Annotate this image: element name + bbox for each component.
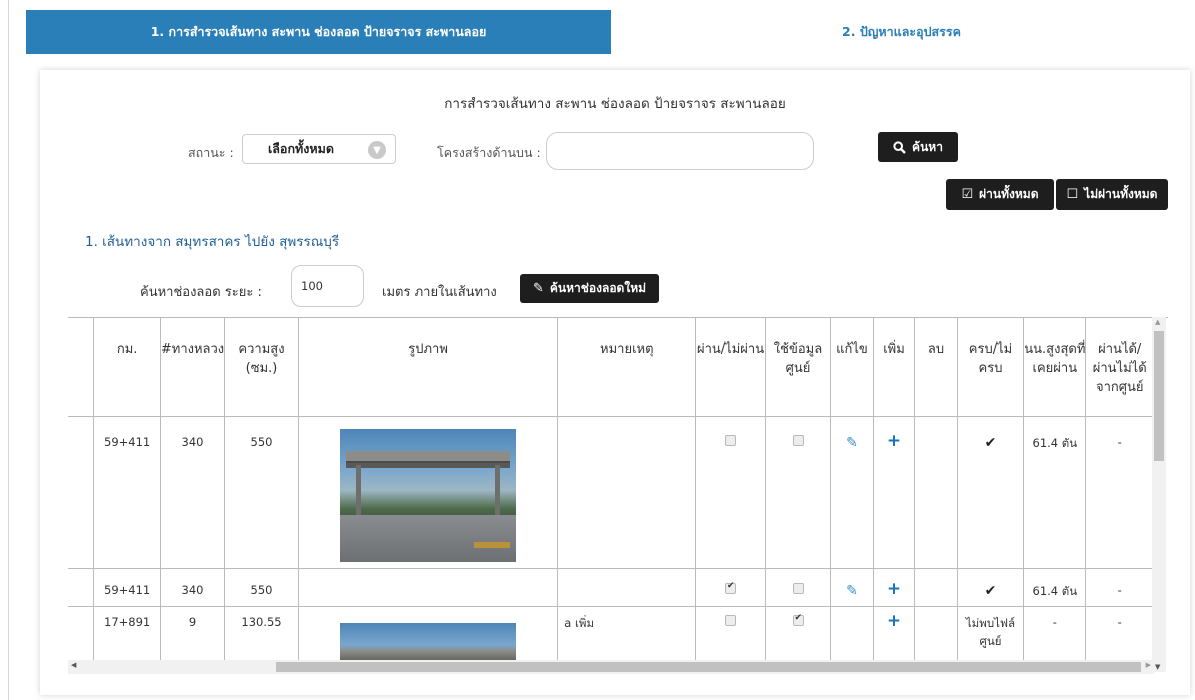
header-use-center: ใช้ข้อมูลศูนย์: [765, 318, 832, 417]
scroll-up-icon[interactable]: ▲: [1155, 318, 1160, 326]
cell-delete: [914, 416, 958, 569]
check-icon: ✔: [984, 582, 997, 599]
bridge-photo[interactable]: [340, 428, 517, 562]
panel-title: การสำรวจเส้นทาง สะพาน ช่องลอด ป้ายจราจร …: [444, 96, 786, 112]
use-center-checkbox[interactable]: [792, 582, 804, 594]
edit-icon[interactable]: ✎: [846, 435, 858, 451]
cell-note: [557, 416, 697, 569]
vertical-scroll-thumb[interactable]: [1154, 331, 1164, 461]
search-button[interactable]: ค้นหา: [878, 132, 958, 162]
cell-edit: ✎: [830, 416, 874, 569]
tab-problems[interactable]: 2. ปัญหาและอุปสรรค: [611, 10, 1192, 54]
header-height: ความสูง (ซม.): [224, 318, 299, 417]
cell-max-weight: 61.4 ตัน: [1023, 568, 1087, 607]
header-delete: ลบ: [914, 318, 958, 417]
scroll-right-icon[interactable]: ▶: [1146, 661, 1151, 669]
header-photo: รูปภาพ: [298, 318, 559, 417]
cell-complete: ✔: [957, 568, 1025, 607]
distance-input[interactable]: 100: [291, 265, 364, 307]
cell-use-center: [765, 416, 832, 569]
survey-panel: การสำรวจเส้นทาง สะพาน ช่องลอด ป้ายจราจร …: [40, 70, 1190, 695]
header-complete: ครบ/ไม่ครบ: [957, 318, 1025, 417]
fail-all-button[interactable]: ☐ ไม่ผ่านทั้งหมด: [1056, 179, 1168, 210]
check-icon: ✔: [984, 434, 997, 451]
row-blank: [68, 568, 95, 607]
horizontal-scrollbar[interactable]: ◀ ▶: [68, 660, 1154, 674]
row-blank: [68, 416, 95, 569]
left-divider: [8, 0, 9, 700]
results-table-container: กม. #ทางหลวง ความสูง (ซม.) รูปภาพ หมายเห…: [68, 317, 1168, 672]
chevron-down-icon: ▼: [368, 141, 386, 159]
search-button-label: ค้นหา: [912, 139, 943, 154]
vertical-scrollbar[interactable]: ▲ ▼: [1152, 317, 1166, 672]
cell-complete: ✔: [957, 416, 1025, 569]
header-route-no: #ทางหลวง: [160, 318, 226, 417]
distance-label: ค้นหาช่องลอด ระยะ :: [140, 285, 262, 300]
checkbox-empty-icon: ☐: [1066, 187, 1079, 202]
cell-photo: [298, 416, 559, 569]
cell-photo: [298, 568, 559, 607]
cell-max-weight: 61.4 ตัน: [1023, 416, 1087, 569]
cell-km: 59+411: [93, 568, 161, 607]
header-center-pass: ผ่านได้/ผ่านไม่ได้จากศูนย์: [1085, 318, 1154, 417]
use-center-checkbox[interactable]: [792, 434, 804, 446]
edit-icon[interactable]: ✎: [846, 583, 858, 599]
edit-icon: ✎: [532, 281, 544, 296]
cell-add: +: [873, 568, 916, 607]
table-row: 59+411 340 550 ✎ + ✔ 61.4 ตัน -: [68, 416, 1154, 569]
cell-pass: [695, 416, 766, 569]
pass-checkbox[interactable]: [725, 614, 737, 626]
header-blank: [68, 318, 95, 417]
header-note: หมายเหตุ: [557, 318, 697, 417]
plus-icon[interactable]: +: [887, 611, 901, 631]
pass-all-label: ผ่านทั้งหมด: [979, 187, 1039, 201]
tab-route-survey[interactable]: 1. การสำรวจเส้นทาง สะพาน ช่องลอด ป้ายจรา…: [26, 10, 611, 54]
route-title: 1. เส้นทางจาก สมุทรสาคร ไปยัง สุพรรณบุรี: [85, 234, 340, 250]
cell-use-center: [765, 568, 832, 607]
cell-note: [557, 568, 697, 607]
status-select-value: เลือกทั้งหมด: [268, 141, 334, 156]
plus-icon[interactable]: +: [887, 579, 901, 599]
cell-center-pass: -: [1085, 416, 1154, 569]
plus-icon[interactable]: +: [887, 431, 901, 451]
header-pass: ผ่าน/ไม่ผ่าน: [695, 318, 766, 417]
header-km: กม.: [93, 318, 161, 417]
cell-edit: ✎: [830, 568, 874, 607]
pass-all-button[interactable]: ☑ ผ่านทั้งหมด: [946, 179, 1054, 210]
fail-all-label: ไม่ผ่านทั้งหมด: [1084, 187, 1158, 201]
use-center-checkbox[interactable]: [792, 613, 804, 626]
cell-km: 59+411: [93, 416, 161, 569]
distance-unit: เมตร ภายในเส้นทาง: [382, 285, 497, 300]
header-add: เพิ่ม: [873, 318, 916, 417]
checkbox-checked-icon: ☑: [961, 187, 974, 202]
cell-delete: [914, 568, 958, 607]
pass-checkbox[interactable]: [725, 581, 737, 594]
structure-input[interactable]: [546, 132, 814, 170]
new-search-label: ค้นหาช่องลอดใหม่: [549, 281, 647, 295]
pass-checkbox[interactable]: [725, 434, 737, 446]
results-table: กม. #ทางหลวง ความสูง (ซม.) รูปภาพ หมายเห…: [68, 318, 1154, 672]
status-select[interactable]: เลือกทั้งหมด ▼: [242, 134, 396, 164]
bridge-photo[interactable]: [340, 622, 517, 663]
cell-route-no: 340: [160, 416, 226, 569]
tab-bar: 1. การสำรวจเส้นทาง สะพาน ช่องลอด ป้ายจรา…: [26, 10, 1192, 54]
table-row: 59+411 340 550 ✎ + ✔ 61.4 ตัน -: [68, 568, 1154, 607]
cell-height: 550: [224, 568, 299, 607]
header-max-weight: นน.สูงสุดที่เคยผ่าน: [1023, 318, 1087, 417]
structure-label: โครงสร้างด้านบน :: [437, 145, 541, 160]
header-edit: แก้ไข: [830, 318, 874, 417]
page: 1. การสำรวจเส้นทาง สะพาน ช่องลอด ป้ายจรา…: [0, 0, 1195, 700]
cell-add: +: [873, 416, 916, 569]
scroll-down-icon[interactable]: ▼: [1155, 663, 1160, 671]
cell-pass: [695, 568, 766, 607]
cell-center-pass: -: [1085, 568, 1154, 607]
status-label: สถานะ :: [188, 145, 234, 160]
table-header-row: กม. #ทางหลวง ความสูง (ซม.) รูปภาพ หมายเห…: [68, 318, 1154, 417]
search-icon: [893, 140, 906, 154]
horizontal-scroll-thumb[interactable]: [276, 662, 1141, 672]
cell-height: 550: [224, 416, 299, 569]
scroll-left-icon[interactable]: ◀: [71, 661, 76, 669]
cell-route-no: 340: [160, 568, 226, 607]
new-search-button[interactable]: ✎ ค้นหาช่องลอดใหม่: [520, 274, 659, 303]
